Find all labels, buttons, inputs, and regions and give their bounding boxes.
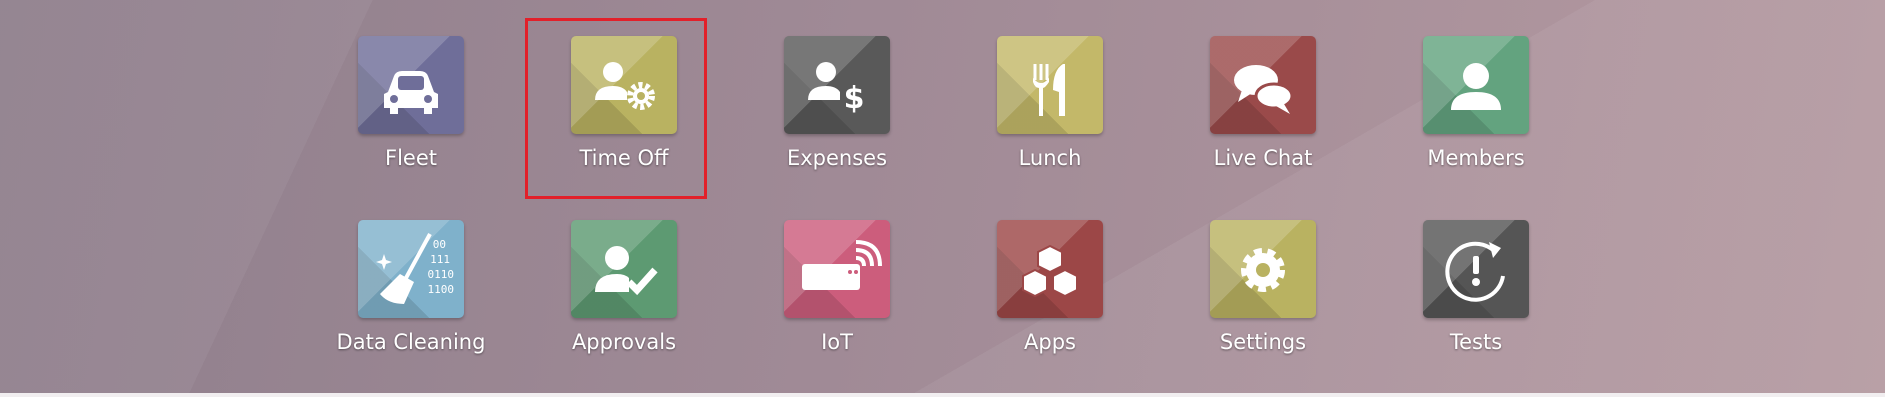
app-time-off[interactable]: Time Off [544, 20, 704, 170]
gear-icon [1241, 248, 1285, 292]
app-settings[interactable]: Settings [1183, 204, 1343, 354]
user-check-icon [595, 246, 658, 296]
broom-binary-icon: 00 111 0110 1100 [376, 233, 455, 304]
iot-device-icon [802, 240, 882, 290]
user-icon [1451, 63, 1501, 110]
app-label: Tests [1449, 330, 1503, 354]
app-tile [1210, 220, 1316, 318]
app-iot[interactable]: IoT [757, 204, 917, 354]
user-gear-icon [595, 62, 655, 110]
app-grid: Fleet Time Off $ Expenses Lunch Live Cha… [0, 0, 1885, 397]
bottom-edge [0, 393, 1885, 397]
app-approvals[interactable]: Approvals [544, 204, 704, 354]
car-icon [384, 71, 438, 114]
app-lunch[interactable]: Lunch [970, 20, 1130, 170]
app-members[interactable]: Members [1396, 20, 1556, 170]
app-expenses[interactable]: $ Expenses [757, 20, 917, 170]
app-apps[interactable]: Apps [970, 204, 1130, 354]
app-tile: $ [784, 36, 890, 134]
app-label: Fleet [385, 146, 437, 170]
app-data-cleaning[interactable]: 00 111 0110 1100 Data Cleaning [331, 204, 491, 354]
app-tile: 00 111 0110 1100 [358, 220, 464, 318]
app-tile [1423, 220, 1529, 318]
app-tests[interactable]: Tests [1396, 204, 1556, 354]
user-dollar-icon: $ [808, 62, 865, 116]
app-label: Settings [1219, 330, 1307, 354]
app-tile [997, 220, 1103, 318]
chat-bubbles-icon [1234, 65, 1294, 114]
app-label: Approvals [571, 330, 677, 354]
app-label: Lunch [1018, 146, 1082, 170]
refresh-alert-icon [1445, 241, 1505, 302]
binary-line: 111 [430, 253, 450, 266]
app-label: Live Chat [1213, 146, 1313, 170]
app-fleet[interactable]: Fleet [331, 20, 491, 170]
cubes-icon [1022, 244, 1078, 298]
app-tile [1210, 36, 1316, 134]
app-tile [997, 36, 1103, 134]
app-tile [571, 36, 677, 134]
app-label: IoT [821, 330, 853, 354]
app-label: Time Off [579, 146, 669, 170]
app-tile [1423, 36, 1529, 134]
binary-line: 1100 [428, 283, 455, 296]
app-tile [571, 220, 677, 318]
svg-text:$: $ [844, 81, 865, 116]
app-live-chat[interactable]: Live Chat [1183, 20, 1343, 170]
fork-knife-icon [1033, 64, 1065, 116]
app-label: Apps [1024, 330, 1076, 354]
app-tile [358, 36, 464, 134]
binary-line: 0110 [428, 268, 455, 281]
binary-line: 00 [433, 238, 446, 251]
app-tile [784, 220, 890, 318]
app-label: Expenses [786, 146, 888, 170]
app-label: Members [1427, 146, 1525, 170]
app-label: Data Cleaning [336, 330, 486, 354]
